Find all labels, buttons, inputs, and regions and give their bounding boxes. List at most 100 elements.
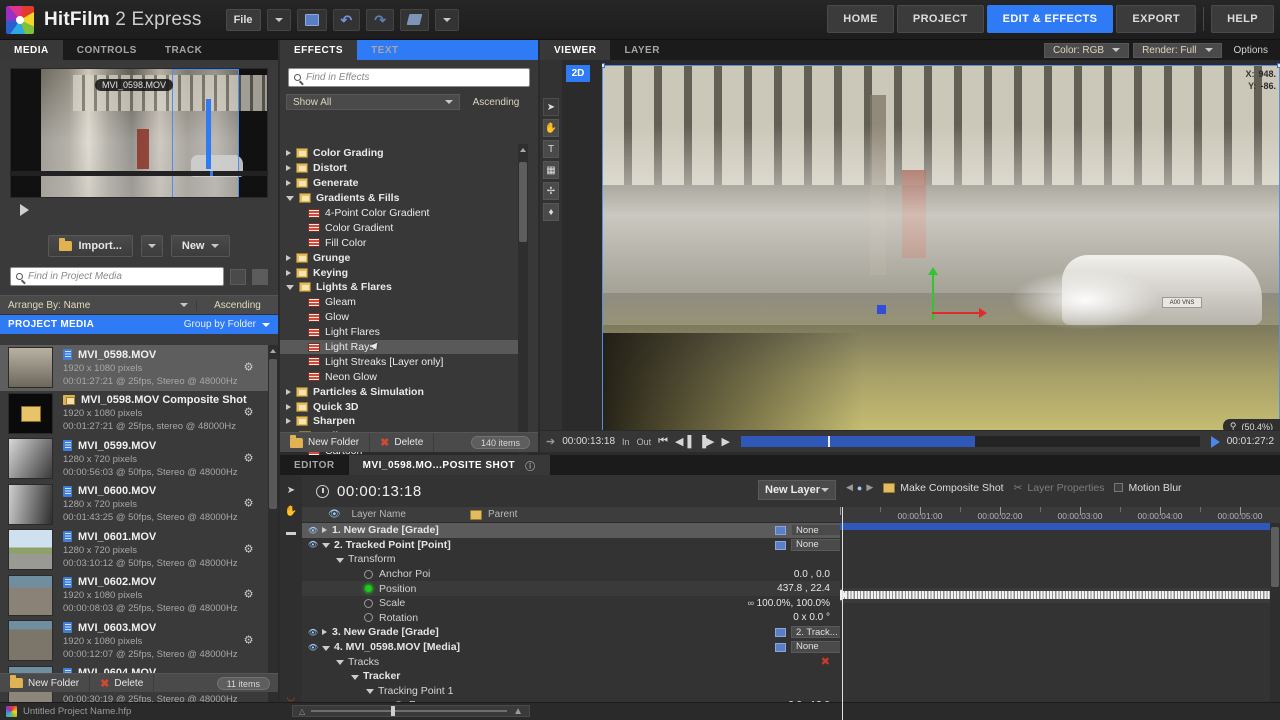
crop-tool[interactable]: ▦ <box>543 161 559 179</box>
effects-group-particles-simulation[interactable]: Particles & Simulation <box>280 384 528 399</box>
layer-parent-dropdown[interactable]: None <box>791 641 840 653</box>
media-list-item[interactable]: MVI_0603.MOV 1920 x 1080 pixels 00:00:12… <box>0 618 270 664</box>
effects-group-generate[interactable]: Generate <box>280 176 528 191</box>
render-play-icon[interactable] <box>1211 436 1220 448</box>
chevron-down-icon[interactable] <box>322 543 330 548</box>
gear-icon[interactable]: ⚙ <box>243 453 254 464</box>
scroll-up-icon[interactable] <box>520 148 526 152</box>
timeline-work-area[interactable] <box>840 523 1280 530</box>
hand-tool[interactable]: ✋ <box>543 119 559 137</box>
layer-row-3[interactable]: 👁 3. New Grade [Grade] 2. Track... <box>302 625 840 640</box>
chevron-down-icon[interactable] <box>286 285 294 290</box>
viewer-timeline-slider[interactable] <box>741 436 1200 447</box>
stopwatch-icon[interactable] <box>364 584 373 593</box>
property-rotation[interactable]: Rotation 0 x 0.0 ° <box>302 611 840 626</box>
layer-parent-dropdown[interactable]: 2. Track... <box>791 626 840 638</box>
media-list-item[interactable]: MVI_0602.MOV 1920 x 1080 pixels 00:00:08… <box>0 573 270 619</box>
mark-in-button[interactable]: In <box>622 437 630 447</box>
track-row[interactable] <box>840 545 1280 560</box>
tab-viewer[interactable]: VIEWER <box>540 40 610 60</box>
chevron-right-icon[interactable] <box>322 527 327 533</box>
workspace-button[interactable] <box>400 9 429 31</box>
delete-button[interactable]: ✖ Delete <box>90 674 154 693</box>
tab-editor[interactable]: EDITOR <box>280 455 349 475</box>
keyframe-next-icon[interactable]: ▶ <box>866 482 873 493</box>
make-composite-shot-button[interactable]: Make Composite Shot <box>883 482 1003 494</box>
effects-group-sharpen[interactable]: Sharpen <box>280 414 528 429</box>
delete-button[interactable]: ✖ Delete <box>370 433 434 452</box>
new-folder-button[interactable]: New Folder <box>280 433 370 452</box>
chevron-right-icon[interactable] <box>286 180 291 186</box>
mark-out-button[interactable]: Out <box>637 437 652 447</box>
effects-item-gleam[interactable]: Gleam <box>280 295 528 310</box>
tab-media[interactable]: MEDIA <box>0 40 63 60</box>
property-position[interactable]: Position 437.8 , 22.4 <box>302 581 840 596</box>
save-button[interactable] <box>297 9 327 31</box>
scrollbar-thumb[interactable] <box>1271 527 1279 587</box>
chevron-right-icon[interactable] <box>286 255 291 261</box>
effects-item-glow[interactable]: Glow <box>280 310 528 325</box>
keyframe-add-icon[interactable]: ● <box>857 483 862 493</box>
slider-playhead[interactable] <box>828 436 830 447</box>
chevron-right-icon[interactable] <box>286 165 291 171</box>
effects-item-neon-glow[interactable]: Neon Glow <box>280 369 528 384</box>
chevron-down-icon[interactable] <box>336 558 344 563</box>
media-list-item[interactable]: MVI_0601.MOV 1280 x 720 pixels 00:03:10:… <box>0 527 270 573</box>
scrollbar-thumb[interactable] <box>269 359 277 509</box>
new-button[interactable]: New <box>171 235 230 257</box>
eyedropper-tool[interactable]: ♦ <box>543 203 559 221</box>
chevron-right-icon[interactable] <box>286 389 291 395</box>
chevron-down-icon[interactable] <box>351 675 359 680</box>
tracker-pin-icon[interactable]: ✖ <box>821 655 830 668</box>
timeline-ruler[interactable]: 00:00:01:00 00:00:02:00 00:00:03:00 00:0… <box>840 507 1280 523</box>
track-row[interactable] <box>840 559 1280 574</box>
chevron-down-icon[interactable] <box>180 303 188 307</box>
tab-controls[interactable]: CONTROLS <box>63 40 151 60</box>
chevron-down-icon[interactable] <box>286 196 294 201</box>
layer-row-2[interactable]: 👁 2. Tracked Point [Point] None <box>302 538 840 553</box>
viewer-2d-badge[interactable]: 2D <box>566 65 590 82</box>
zoom-slider-track[interactable] <box>311 710 507 712</box>
viewer-options-button[interactable]: Options <box>1226 43 1276 58</box>
tab-composite-shot[interactable]: MVI_0598.MO...POSITE SHOT ⓘ <box>349 455 550 475</box>
workspace-dropdown[interactable] <box>435 9 459 31</box>
timeline-zoom-slider[interactable]: △ ▲ <box>292 705 530 717</box>
media-list-item[interactable]: MVI_0598.MOV 1920 x 1080 pixels 00:01:27… <box>0 345 270 391</box>
layer-parent-dropdown[interactable]: None <box>791 524 840 536</box>
track-row[interactable] <box>840 574 1280 589</box>
property-value[interactable]: 437.8 , 22.4 <box>777 583 830 594</box>
effects-filter-dropdown[interactable]: Show All <box>286 94 460 110</box>
chevron-down-icon[interactable] <box>366 689 374 694</box>
editor-timecode[interactable]: 00:00:13:18 <box>337 483 422 500</box>
scrollbar-thumb[interactable] <box>519 162 527 242</box>
redo-button[interactable]: ↷ <box>366 9 394 31</box>
keyframe-nav-icon[interactable]: ➔ <box>546 435 555 448</box>
layer-group-tracker[interactable]: Tracker <box>302 669 840 684</box>
media-preview[interactable]: MVI_0598.MOV <box>10 68 268 198</box>
effects-tree[interactable]: Color Grading Distort Generate Gradients… <box>280 142 528 472</box>
effects-item-light-flares[interactable]: Light Flares <box>280 325 528 340</box>
select-tool[interactable]: ➤ <box>284 483 299 498</box>
effects-item-light-rays[interactable]: Light Rays <box>280 340 528 355</box>
stopwatch-icon[interactable] <box>364 613 373 622</box>
effects-sort-label[interactable]: Ascending <box>460 97 532 108</box>
layer-group-tracks[interactable]: Tracks ✖ <box>302 654 840 669</box>
track-row[interactable] <box>840 647 1280 662</box>
step-forward-icon[interactable]: ▐▶ <box>698 435 714 448</box>
gear-icon[interactable]: ⚙ <box>243 362 254 373</box>
effects-scrollbar[interactable] <box>518 144 528 472</box>
layer-group-transform[interactable]: Transform <box>302 552 840 567</box>
layer-parent-dropdown[interactable]: None <box>791 539 840 551</box>
layer-color-swatch[interactable] <box>775 541 786 550</box>
eye-icon[interactable]: 👁 <box>306 540 320 549</box>
slip-tool[interactable]: ▬ <box>284 525 299 540</box>
zoom-in-icon[interactable]: ▲ <box>513 706 523 717</box>
layer-row-4[interactable]: 👁 4. MVI_0598.MOV [Media] None <box>302 640 840 655</box>
tab-track[interactable]: TRACK <box>151 40 217 60</box>
effects-group-color-grading[interactable]: Color Grading <box>280 146 528 161</box>
nav-help[interactable]: HELP <box>1211 5 1274 33</box>
effects-group-keying[interactable]: Keying <box>280 265 528 280</box>
stopwatch-icon[interactable] <box>364 599 373 608</box>
nav-edit-effects[interactable]: EDIT & EFFECTS <box>987 5 1114 33</box>
chevron-down-icon[interactable] <box>262 323 270 327</box>
